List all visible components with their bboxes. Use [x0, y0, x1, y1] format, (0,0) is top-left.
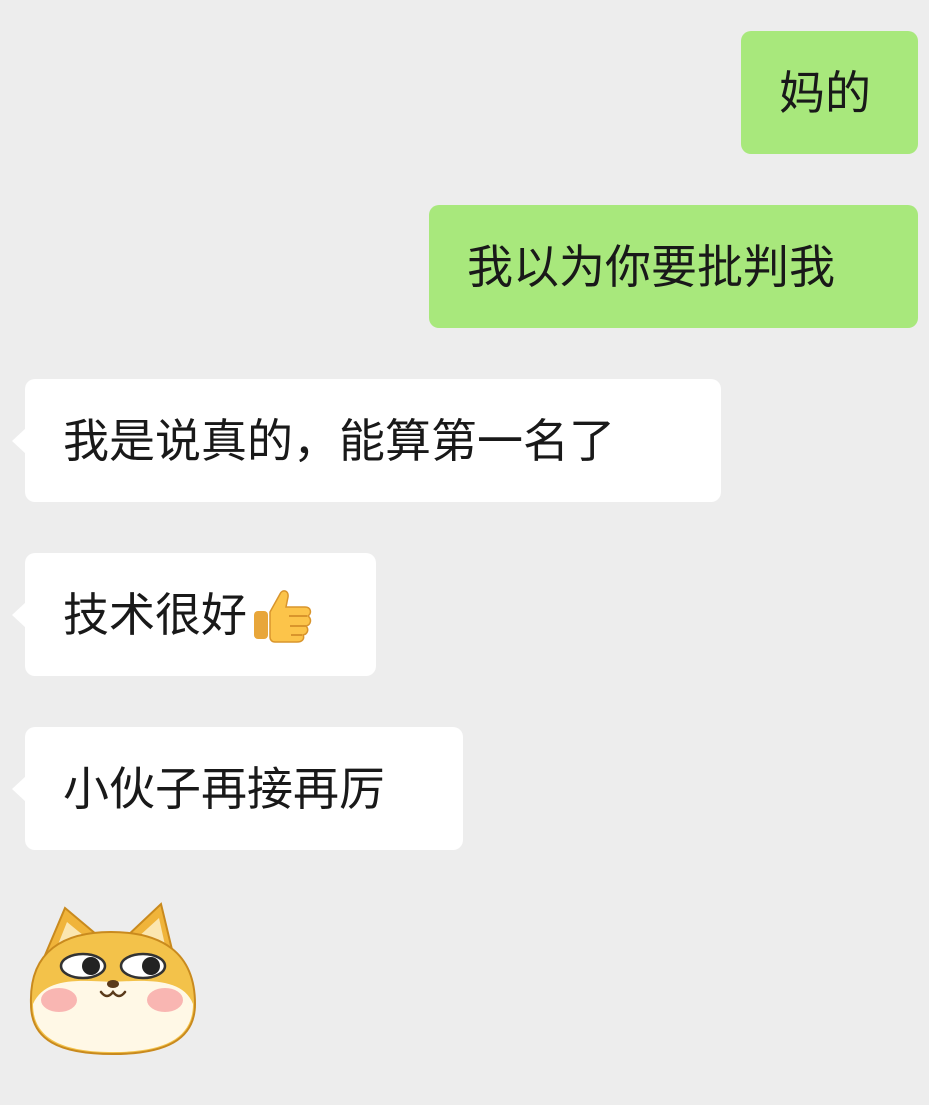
shiba-doge-sticker[interactable] [25, 900, 200, 1058]
chat-message-list[interactable]: 妈的 我以为你要批判我 我是说真的，能算第一名了 技术很好 小伙子再接再厉 [0, 0, 929, 1105]
message-text: 我是说真的，能算第一名了 [63, 413, 615, 468]
message-text: 妈的 [779, 65, 871, 120]
message-text: 技术很好 [63, 587, 247, 642]
sent-message-bubble[interactable]: 妈的 [741, 31, 918, 154]
received-message-bubble[interactable]: 小伙子再接再厉 [12, 727, 463, 850]
received-message-bubble[interactable]: 技术很好 [12, 553, 376, 676]
thumbs-up-icon [254, 589, 312, 643]
received-message-bubble[interactable]: 我是说真的，能算第一名了 [12, 379, 721, 502]
sent-message-bubble[interactable]: 我以为你要批判我 [429, 205, 918, 328]
message-text: 我以为你要批判我 [467, 239, 835, 294]
message-text: 小伙子再接再厉 [63, 761, 385, 816]
